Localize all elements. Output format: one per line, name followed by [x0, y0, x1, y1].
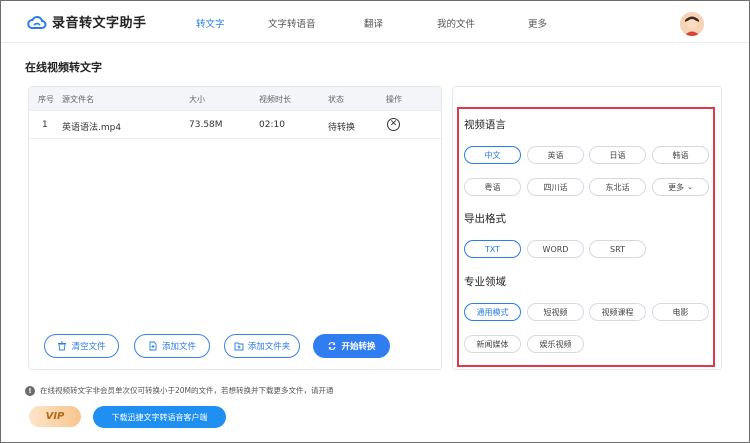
- clear-files-label: 清空文件: [71, 342, 106, 352]
- nav-translate[interactable]: 翻译: [364, 16, 383, 30]
- add-file-label: 添加文件: [161, 342, 196, 352]
- header-status: 状态: [328, 95, 344, 104]
- format-option-txt[interactable]: TXT: [464, 240, 521, 258]
- start-convert-label: 开始转换: [341, 342, 376, 352]
- convert-icon: [328, 342, 337, 350]
- add-file-button[interactable]: 添加文件: [134, 334, 210, 358]
- info-icon: !: [25, 385, 35, 396]
- domain-option-news-media[interactable]: 新闻媒体: [464, 335, 521, 353]
- add-folder-icon: [234, 342, 244, 351]
- app-window: 录音转文字助手 转文字 文字转语音 翻译 我的文件 更多 在线视频转文字 序号 …: [0, 0, 750, 443]
- member-notice-text: 在线视频转文字非会员单次仅可转换小于20M的文件，若想转换并下载更多文件，请开通: [40, 386, 334, 395]
- lang-option-cantonese[interactable]: 粤语: [464, 178, 521, 196]
- header-filename: 源文件名: [62, 95, 94, 104]
- header-index: 序号: [38, 95, 54, 104]
- app-name: 录音转文字助手: [52, 16, 147, 31]
- app-logo[interactable]: 录音转文字助手: [27, 12, 147, 31]
- lang-option-japanese[interactable]: 日语: [589, 146, 646, 164]
- cloud-logo-icon: [27, 15, 47, 29]
- start-convert-button[interactable]: 开始转换: [313, 334, 390, 358]
- table-row: 1 英语语法.mp4 73.58M 02:10 待转换 ✕: [29, 111, 441, 139]
- format-option-srt[interactable]: SRT: [589, 240, 646, 258]
- lang-option-korean[interactable]: 韩语: [652, 146, 709, 164]
- nav-more[interactable]: 更多: [528, 16, 547, 30]
- format-section-title: 导出格式: [464, 213, 506, 225]
- domain-option-short-video[interactable]: 短视频: [527, 303, 584, 321]
- nav-text-to-speech[interactable]: 文字转语音: [268, 16, 316, 30]
- user-avatar[interactable]: [680, 12, 704, 36]
- header-duration: 视频时长: [259, 95, 291, 104]
- nav-my-files[interactable]: 我的文件: [437, 16, 475, 30]
- delete-file-icon[interactable]: ✕: [387, 118, 400, 131]
- lang-option-english[interactable]: 英语: [527, 146, 584, 164]
- add-folder-label: 添加文件夹: [247, 342, 291, 352]
- page-title: 在线视频转文字: [25, 61, 102, 74]
- file-list-panel: 序号 源文件名 大小 视频时长 状态 操作 1 英语语法.mp4 73.58M …: [28, 86, 442, 370]
- cell-duration: 02:10: [259, 120, 285, 130]
- format-option-word[interactable]: WORD: [527, 240, 584, 258]
- domain-option-movie[interactable]: 电影: [652, 303, 709, 321]
- domain-option-video-course[interactable]: 视频课程: [589, 303, 646, 321]
- cell-index: 1: [42, 120, 48, 130]
- header-size: 大小: [189, 95, 205, 104]
- lang-more-dropdown[interactable]: 更多 ⌄: [652, 178, 709, 196]
- lang-option-northeastern[interactable]: 东北话: [589, 178, 646, 196]
- cell-filename: 英语语法.mp4: [62, 123, 122, 133]
- domain-option-entertainment[interactable]: 娱乐视频: [527, 335, 584, 353]
- add-file-icon: [149, 341, 157, 351]
- add-folder-button[interactable]: 添加文件夹: [224, 334, 300, 358]
- member-notice: ! 在线视频转文字非会员单次仅可转换小于20M的文件，若想转换并下载更多文件，请…: [25, 385, 334, 396]
- vip-badge-button[interactable]: VIP: [29, 406, 81, 427]
- cell-size: 73.58M: [189, 120, 223, 130]
- lang-option-sichuanese[interactable]: 四川话: [527, 178, 584, 196]
- clear-files-button[interactable]: 清空文件: [44, 334, 119, 358]
- avatar-icon: [680, 12, 704, 36]
- domain-section-title: 专业领域: [464, 276, 506, 288]
- trash-icon: [58, 341, 67, 351]
- domain-option-general[interactable]: 通用模式: [464, 303, 521, 321]
- nav-transcribe[interactable]: 转文字: [196, 16, 225, 30]
- header-action: 操作: [386, 95, 402, 104]
- download-client-button[interactable]: 下载迅捷文字转语音客户端: [93, 406, 226, 428]
- top-header: 录音转文字助手 转文字 文字转语音 翻译 我的文件 更多: [1, 1, 749, 43]
- chevron-down-icon: ⌄: [687, 183, 693, 191]
- table-header: 序号 源文件名 大小 视频时长 状态 操作: [29, 87, 441, 111]
- lang-more-label: 更多: [668, 182, 685, 192]
- lang-option-chinese[interactable]: 中文: [464, 146, 521, 164]
- cell-status: 待转换: [328, 123, 356, 133]
- language-section-title: 视频语言: [464, 119, 506, 131]
